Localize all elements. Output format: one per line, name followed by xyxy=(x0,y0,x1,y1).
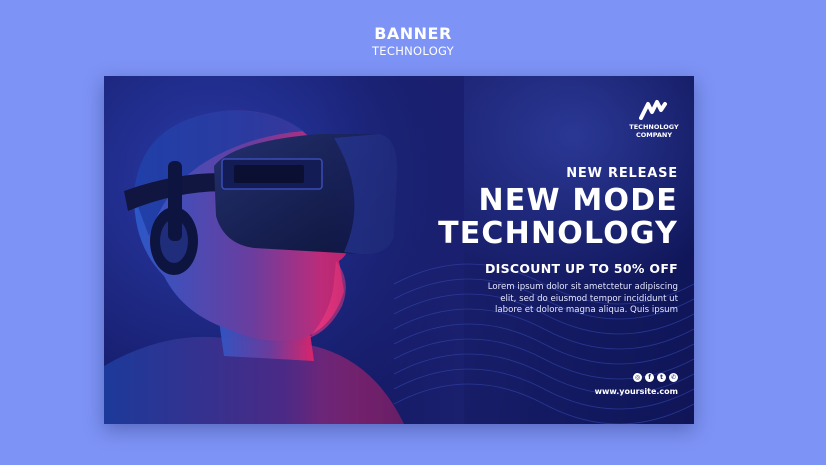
whatsapp-icon[interactable]: ✆ xyxy=(669,373,678,382)
discount-text: DISCOUNT UP TO 50% OFF xyxy=(484,261,678,276)
social-icons: ◎ f t ✆ xyxy=(633,373,678,382)
instagram-icon[interactable]: ◎ xyxy=(633,373,642,382)
page-title: BANNER xyxy=(374,24,452,43)
logo-text-line-2: COMPANY xyxy=(635,131,673,139)
company-logo: TECHNOLOGY COMPANY xyxy=(624,98,684,139)
body-line: labore et dolore magna aliqua. Quis ipsu… xyxy=(495,305,678,315)
page-subtitle: TECHNOLOGY xyxy=(371,44,455,58)
logo-text-line-1: TECHNOLOGY xyxy=(629,123,679,131)
body-copy: Lorem ipsum dolor sit ametctetur adipisc… xyxy=(448,282,678,317)
new-release-label: NEW RELEASE xyxy=(566,166,678,181)
twitter-icon[interactable]: t xyxy=(657,373,666,382)
headline-line-2: TECHNOLOGY xyxy=(438,216,678,251)
body-line: elit, sed do eiusmod tempor incididunt u… xyxy=(500,293,678,304)
body-line: Lorem ipsum dolor sit ametctetur adipisc… xyxy=(487,282,678,292)
wave-logo-icon xyxy=(639,100,667,120)
promo-banner: TECHNOLOGY COMPANY NEW RELEASE NEW MODE … xyxy=(104,76,694,424)
headline-line-1: NEW MODE xyxy=(478,183,678,218)
facebook-icon[interactable]: f xyxy=(645,373,654,382)
website-link[interactable]: www.yoursite.com xyxy=(595,387,678,396)
